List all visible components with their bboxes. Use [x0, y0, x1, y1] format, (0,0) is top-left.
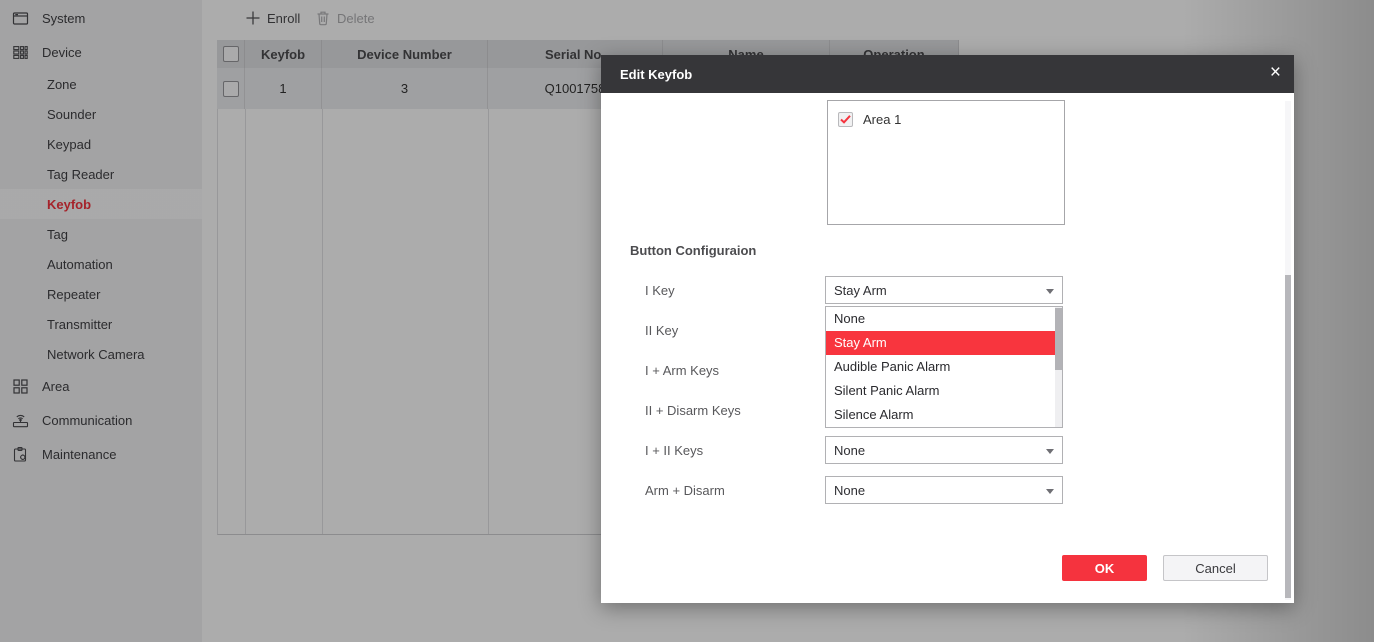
- modal-title: Edit Keyfob: [620, 67, 692, 82]
- sidebar-item-label: Area: [42, 379, 69, 394]
- close-icon[interactable]: ×: [1270, 62, 1281, 84]
- dropdown-option-none[interactable]: None: [826, 307, 1055, 331]
- sidebar-item-label: Repeater: [47, 287, 100, 302]
- dropdown-option-silent-panic-alarm[interactable]: Silent Panic Alarm: [826, 379, 1055, 403]
- select-value: Stay Arm: [834, 283, 887, 298]
- area-icon: [12, 378, 29, 395]
- form-label-ii-key: II Key: [645, 323, 678, 338]
- delete-button[interactable]: Delete: [316, 7, 375, 29]
- sidebar-item-sounder[interactable]: Sounder: [0, 99, 202, 129]
- row-checkbox[interactable]: [223, 81, 239, 97]
- sidebar-item-label: Maintenance: [42, 447, 116, 462]
- sidebar-item-tag[interactable]: Tag: [0, 219, 202, 249]
- sidebar-item-label: Sounder: [47, 107, 96, 122]
- sidebar-item-label: Automation: [47, 257, 113, 272]
- sidebar-item-network-camera[interactable]: Network Camera: [0, 339, 202, 369]
- sidebar-item-label: Keypad: [47, 137, 91, 152]
- form-label-i-key: I Key: [645, 283, 675, 298]
- app-window: System Device Zone Sounder Keypad Tag Reader K…: [0, 0, 1374, 642]
- i-key-dropdown-list: NoneStay ArmAudible Panic AlarmSilent Pa…: [825, 306, 1063, 428]
- sidebar-item-label: Communication: [42, 413, 132, 428]
- sidebar-item-automation[interactable]: Automation: [0, 249, 202, 279]
- row-select-cell: [217, 68, 245, 109]
- sidebar-item-maintenance[interactable]: Maintenance: [0, 437, 202, 471]
- sidebar-item-keyfob[interactable]: Keyfob: [0, 189, 202, 219]
- sidebar-item-system[interactable]: System: [0, 1, 202, 35]
- area-checkbox-checked[interactable]: [838, 112, 853, 127]
- form-label-ii-disarm-keys: II + Disarm Keys: [645, 403, 741, 418]
- sidebar-item-label: Keyfob: [47, 197, 91, 212]
- select-all-checkbox[interactable]: [223, 46, 239, 62]
- chevron-down-icon: [1046, 449, 1054, 454]
- device-icon: [12, 44, 29, 61]
- trash-icon: [316, 10, 330, 26]
- cancel-button[interactable]: Cancel: [1163, 555, 1268, 581]
- area-list-box: Area 1: [827, 100, 1065, 225]
- form-label-i-ii-keys: I + II Keys: [645, 443, 703, 458]
- sidebar-item-repeater[interactable]: Repeater: [0, 279, 202, 309]
- maintenance-icon: [12, 446, 29, 463]
- chevron-down-icon: [1046, 489, 1054, 494]
- select-i-key[interactable]: Stay Arm: [825, 276, 1063, 304]
- column-header-device-number: Device Number: [322, 40, 488, 68]
- enroll-button[interactable]: Enroll: [246, 7, 300, 29]
- sidebar-item-transmitter[interactable]: Transmitter: [0, 309, 202, 339]
- modal-scrollbar-thumb[interactable]: [1285, 275, 1291, 598]
- sidebar-item-label: Device: [42, 45, 82, 60]
- sidebar-item-zone[interactable]: Zone: [0, 69, 202, 99]
- sidebar-item-label: System: [42, 11, 85, 26]
- column-header-keyfob: Keyfob: [245, 40, 322, 68]
- modal-header: Edit Keyfob ×: [601, 55, 1294, 93]
- form-label-arm-disarm: Arm + Disarm: [645, 483, 725, 498]
- chevron-down-icon: [1046, 289, 1054, 294]
- edit-keyfob-modal: Edit Keyfob × Area 1 Button Configuraion…: [601, 55, 1294, 603]
- select-value: None: [834, 443, 865, 458]
- cell-keyfob: 1: [245, 68, 322, 109]
- sidebar-item-device[interactable]: Device: [0, 35, 202, 69]
- column-header-select: [217, 40, 245, 68]
- sidebar-item-keypad[interactable]: Keypad: [0, 129, 202, 159]
- area-list-item[interactable]: Area 1: [838, 112, 901, 127]
- dropdown-option-stay-arm[interactable]: Stay Arm: [826, 331, 1055, 355]
- cell-device-number: 3: [322, 68, 488, 109]
- plus-icon: [246, 11, 260, 25]
- dropdown-option-audible-panic-alarm[interactable]: Audible Panic Alarm: [826, 355, 1055, 379]
- area-label: Area 1: [863, 112, 901, 127]
- table-body-column: [246, 109, 323, 534]
- sidebar-item-label: Transmitter: [47, 317, 112, 332]
- dropdown-scrollbar-thumb[interactable]: [1055, 308, 1062, 370]
- sidebar-item-label: Zone: [47, 77, 77, 92]
- table-body-column: [323, 109, 489, 534]
- sidebar-item-area[interactable]: Area: [0, 369, 202, 403]
- ok-button[interactable]: OK: [1062, 555, 1147, 581]
- sidebar-item-label: Network Camera: [47, 347, 145, 362]
- dropdown-scrollbar[interactable]: [1055, 307, 1062, 427]
- select-arm-disarm[interactable]: None: [825, 476, 1063, 504]
- select-i-ii-keys[interactable]: None: [825, 436, 1063, 464]
- section-title: Button Configuraion: [630, 243, 756, 258]
- communication-icon: [12, 412, 29, 429]
- form-label-i-arm-keys: I + Arm Keys: [645, 363, 719, 378]
- sidebar: System Device Zone Sounder Keypad Tag Reader K…: [0, 0, 202, 642]
- table-body-column: [218, 109, 246, 534]
- delete-button-label: Delete: [337, 11, 375, 26]
- select-value: None: [834, 483, 865, 498]
- dropdown-option-silence-alarm[interactable]: Silence Alarm: [826, 403, 1055, 427]
- system-icon: [12, 10, 29, 27]
- sidebar-item-label: Tag: [47, 227, 68, 242]
- sidebar-item-communication[interactable]: Communication: [0, 403, 202, 437]
- sidebar-item-label: Tag Reader: [47, 167, 114, 182]
- sidebar-item-tag-reader[interactable]: Tag Reader: [0, 159, 202, 189]
- enroll-button-label: Enroll: [267, 11, 300, 26]
